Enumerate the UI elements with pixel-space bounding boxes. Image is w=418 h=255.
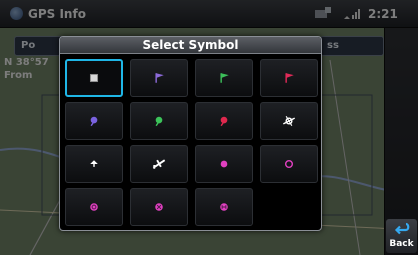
- square-symbol-icon: [89, 73, 99, 83]
- symbol-cell-red-flag[interactable]: [260, 59, 318, 97]
- symbol-cell-purple-flag[interactable]: [130, 59, 188, 97]
- symbol-cell-airplane-symbol[interactable]: [130, 145, 188, 183]
- airport-symbol-icon: [282, 115, 296, 127]
- purple-pin-icon: [90, 116, 98, 127]
- green-flag-icon: [220, 73, 229, 83]
- symbol-cell-private-airport-magenta[interactable]: [65, 188, 123, 226]
- symbol-cell-magenta-ring[interactable]: [260, 145, 318, 183]
- symbol-cell-red-pin[interactable]: [195, 102, 253, 140]
- select-symbol-dialog: Select Symbol: [59, 36, 322, 231]
- symbol-cell-restricted-airport-magenta[interactable]: [130, 188, 188, 226]
- red-pin-icon: [220, 116, 228, 127]
- restricted-airport-magenta-icon: [155, 203, 163, 211]
- back-button[interactable]: Back: [386, 219, 417, 253]
- dialog-title: Select Symbol: [142, 38, 239, 52]
- back-button-label: Back: [389, 239, 414, 249]
- private-airport-magenta-icon: [90, 203, 98, 211]
- dialog-header: Select Symbol: [60, 37, 321, 54]
- green-pin-icon: [155, 116, 163, 127]
- red-flag-icon: [285, 73, 294, 83]
- symbol-cell-airport-symbol[interactable]: [260, 102, 318, 140]
- symbol-cell-heliport-symbol[interactable]: [65, 145, 123, 183]
- symbol-cell-green-pin[interactable]: [130, 102, 188, 140]
- symbol-cell-magenta-dot[interactable]: [195, 145, 253, 183]
- symbol-cell-green-flag[interactable]: [195, 59, 253, 97]
- symbol-grid: [65, 59, 320, 229]
- heliport-magenta-icon: [220, 203, 228, 211]
- airplane-symbol-icon: [152, 159, 166, 169]
- heliport-symbol-icon: [90, 160, 98, 167]
- symbol-cell-purple-pin[interactable]: [65, 102, 123, 140]
- back-arrow-icon: [394, 222, 410, 235]
- purple-flag-icon: [155, 73, 164, 83]
- magenta-ring-icon: [284, 159, 294, 169]
- symbol-cell-heliport-magenta[interactable]: [195, 188, 253, 226]
- symbol-cell-square-symbol[interactable]: [65, 59, 123, 97]
- magenta-dot-icon: [220, 160, 228, 168]
